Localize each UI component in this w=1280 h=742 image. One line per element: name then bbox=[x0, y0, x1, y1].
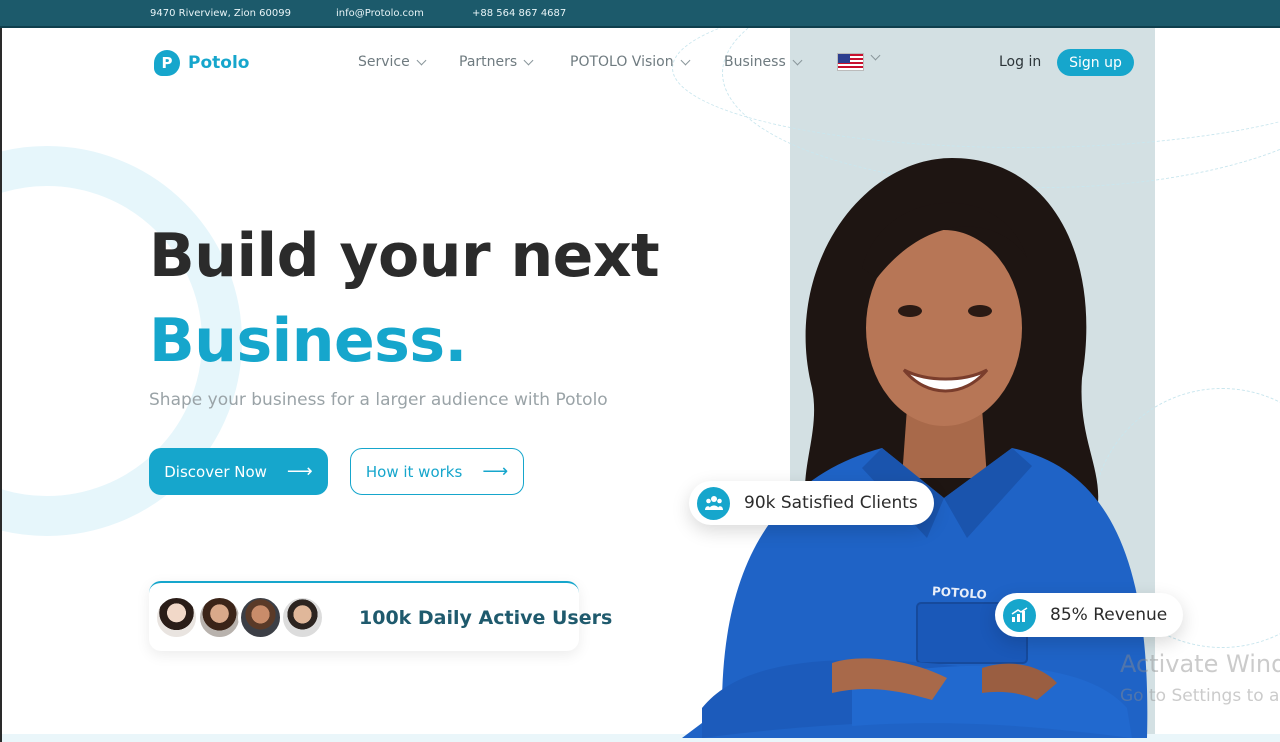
active-users-text: 100k Daily Active Users bbox=[359, 607, 613, 629]
address-text: 9470 Riverview, Zion 60099 bbox=[150, 8, 291, 19]
hero-person-image bbox=[682, 158, 1148, 738]
hero-title-line1: Build your next bbox=[149, 221, 660, 291]
signup-button[interactable]: Sign up bbox=[1057, 49, 1134, 76]
nav-label: Service bbox=[358, 54, 410, 70]
chevron-down-icon bbox=[680, 55, 691, 65]
nav-partners[interactable]: Partners bbox=[459, 54, 534, 70]
revenue-badge: 85% Revenue bbox=[995, 593, 1184, 637]
nav-potolo-vision[interactable]: POTOLO Vision bbox=[570, 54, 691, 70]
activate-windows-hint: Go to Settings to activate Windows. bbox=[1120, 686, 1280, 706]
login-link[interactable]: Log in bbox=[999, 54, 1041, 70]
button-label: Discover Now bbox=[164, 462, 267, 481]
discover-now-button[interactable]: Discover Now ⟶ bbox=[149, 448, 328, 495]
revenue-text: 85% Revenue bbox=[1050, 605, 1168, 625]
nav-label: Partners bbox=[459, 54, 518, 70]
nav-business[interactable]: Business bbox=[724, 54, 803, 70]
chart-growth-icon bbox=[1003, 598, 1036, 632]
hero-title-line2: Business. bbox=[149, 306, 467, 376]
us-flag-icon[interactable] bbox=[837, 53, 864, 71]
nav-label: Business bbox=[724, 54, 786, 70]
users-group-icon bbox=[697, 486, 730, 520]
nav-service[interactable]: Service bbox=[358, 54, 427, 70]
chevron-down-icon bbox=[792, 55, 803, 65]
chevron-down-icon bbox=[416, 55, 427, 65]
avatar bbox=[197, 595, 242, 640]
logo-icon: P bbox=[154, 50, 180, 76]
avatar bbox=[280, 595, 325, 640]
email-text[interactable]: info@Protolo.com bbox=[336, 8, 424, 19]
page-frame: P Potolo Service Partners POTOLO Vision … bbox=[0, 28, 1280, 742]
activate-windows-watermark: Activate Windows bbox=[1120, 650, 1280, 678]
hero-subtitle: Shape your business for a larger audienc… bbox=[149, 390, 608, 410]
satisfied-clients-text: 90k Satisfied Clients bbox=[744, 493, 918, 513]
brand-name: Potolo bbox=[188, 53, 250, 73]
satisfied-clients-badge: 90k Satisfied Clients bbox=[689, 481, 934, 525]
avatar bbox=[238, 595, 283, 640]
active-users-card: 100k Daily Active Users bbox=[149, 581, 612, 651]
phone-text[interactable]: +88 564 867 4687 bbox=[472, 8, 566, 19]
nav-label: POTOLO Vision bbox=[570, 54, 674, 70]
arrow-right-icon: ⟶ bbox=[482, 460, 509, 482]
button-label: How it works bbox=[365, 462, 463, 481]
chevron-down-icon bbox=[523, 55, 534, 65]
top-info-bar: 9470 Riverview, Zion 60099 info@Protolo.… bbox=[0, 0, 1280, 28]
avatar bbox=[154, 595, 199, 640]
arrow-right-icon: ⟶ bbox=[286, 460, 313, 482]
brand-logo[interactable]: P Potolo bbox=[154, 50, 249, 76]
how-it-works-button[interactable]: How it works ⟶ bbox=[350, 448, 524, 495]
